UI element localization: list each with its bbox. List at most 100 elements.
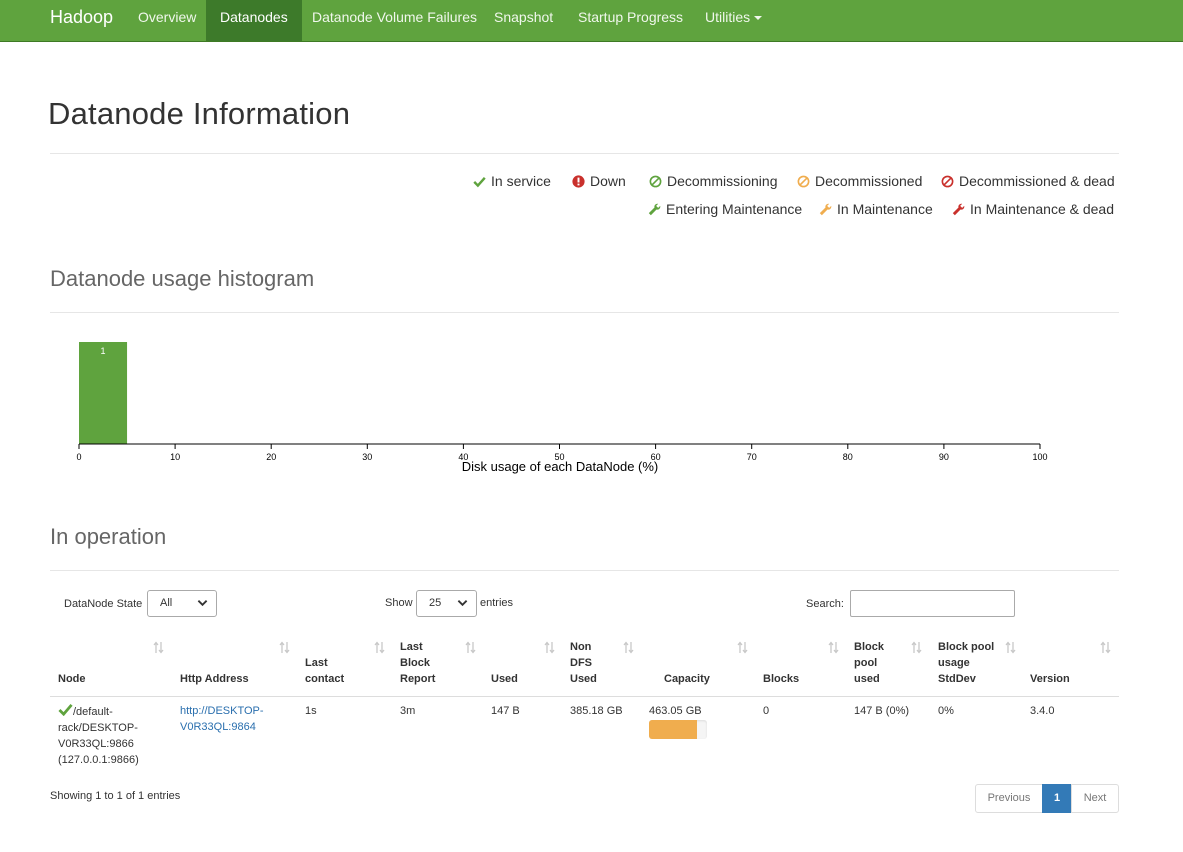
page-length-value: 25	[429, 597, 442, 609]
header-non-dfs-used[interactable]: Non DFS Used	[570, 639, 597, 687]
ban-icon	[941, 175, 954, 188]
histogram-title: Datanode usage histogram	[50, 266, 315, 291]
nav-startup-progress[interactable]: Startup Progress	[564, 0, 697, 41]
header-capacity[interactable]: Capacity	[664, 671, 710, 687]
legend-decommissioned-dead: Decommissioned & dead	[941, 172, 1115, 190]
brand-logo[interactable]: Hadoop	[50, 0, 113, 34]
divider	[50, 312, 1119, 313]
sort-icon[interactable]	[828, 641, 839, 654]
legend-decommissioned: Decommissioned	[797, 172, 922, 190]
x-tick-label: 90	[939, 452, 949, 462]
legend-label: In Maintenance & dead	[970, 201, 1114, 217]
x-tick-label: 30	[362, 452, 372, 462]
state-filter-value: All	[160, 597, 173, 609]
legend-label: Decommissioning	[667, 173, 778, 189]
wrench-icon	[648, 203, 661, 216]
nav-snapshot[interactable]: Snapshot	[480, 0, 567, 41]
histogram-bar-label: 1	[101, 346, 106, 356]
legend-label: Down	[590, 173, 626, 189]
search-input[interactable]	[850, 590, 1015, 617]
ban-icon	[649, 175, 662, 188]
legend-decommissioning: Decommissioning	[649, 172, 777, 190]
caret-down-icon	[754, 16, 763, 21]
x-tick-label: 0	[76, 452, 81, 462]
show-label: Show	[385, 597, 413, 609]
http-address-link[interactable]: http://DESKTOP-	[180, 703, 264, 719]
check-icon	[58, 703, 73, 717]
x-tick-label: 100	[1032, 452, 1047, 462]
cell-last-block-report: 3m	[400, 705, 416, 717]
legend-label: Decommissioned & dead	[959, 173, 1115, 189]
sort-icon[interactable]	[737, 641, 748, 654]
cell-block-pool-stddev: 0%	[938, 705, 954, 717]
entries-label: entries	[480, 597, 514, 609]
page-title: Datanode Information	[48, 96, 351, 131]
x-axis-label: Disk usage of each DataNode (%)	[462, 459, 659, 474]
page-length-select[interactable]: 25	[416, 590, 477, 617]
sort-icon[interactable]	[623, 641, 634, 654]
usage-histogram: 10 10 20 30 40 50 60 70 80 90 100Disk usage of eac…	[76, 342, 1048, 474]
state-filter-select[interactable]: All	[147, 590, 217, 617]
previous-page-button[interactable]: Previous	[975, 784, 1043, 813]
sort-icon[interactable]	[544, 641, 555, 654]
nav-volume-failures[interactable]: Datanode Volume Failures	[298, 0, 491, 41]
header-used[interactable]: Used	[491, 671, 518, 687]
page-1-button[interactable]: 1	[1042, 784, 1072, 813]
nav-utilities-label: Utilities	[705, 9, 751, 25]
legend-label: Entering Maintenance	[666, 201, 803, 217]
next-page-button[interactable]: Next	[1071, 784, 1119, 813]
nav-datanodes[interactable]: Datanodes	[206, 0, 302, 41]
cell-capacity: 463.05 GB	[649, 705, 702, 717]
header-block-pool-used[interactable]: Block pool used	[854, 639, 884, 687]
cell-last-contact: 1s	[305, 705, 317, 717]
exclamation-circle-icon	[572, 175, 585, 188]
cell-non-dfs-used: 385.18 GB	[570, 705, 623, 717]
sort-icon[interactable]	[153, 641, 164, 654]
header-version[interactable]: Version	[1030, 671, 1070, 687]
sort-icon[interactable]	[465, 641, 476, 654]
wrench-icon	[952, 203, 965, 216]
cell-used: 147 B	[491, 705, 520, 717]
header-last-block-report[interactable]: Last Block Report	[400, 639, 435, 687]
sort-icon[interactable]	[1100, 641, 1111, 654]
legend-in-service: In service	[473, 172, 551, 190]
nav-overview[interactable]: Overview	[124, 0, 210, 41]
cell-blocks: 0	[763, 705, 770, 717]
header-blocks[interactable]: Blocks	[763, 671, 799, 687]
http-address-link[interactable]: V0R33QL:9864	[180, 719, 264, 735]
operation-title: In operation	[50, 524, 167, 549]
cell-block-pool-used: 147 B (0%)	[854, 705, 910, 717]
sort-icon[interactable]	[279, 641, 290, 654]
header-http-address[interactable]: Http Address	[180, 671, 249, 687]
chevron-down-icon	[457, 600, 468, 607]
search-label: Search:	[806, 598, 844, 610]
capacity-progress-fill	[649, 720, 698, 739]
header-node[interactable]: Node	[58, 671, 86, 687]
sort-icon[interactable]	[1005, 641, 1016, 654]
cell-version: 3.4.0	[1030, 705, 1055, 717]
x-tick-label: 20	[266, 452, 276, 462]
chevron-down-icon	[197, 600, 208, 607]
table-header-divider	[50, 696, 1119, 697]
legend-label: In Maintenance	[837, 201, 933, 217]
cell-http-address[interactable]: http://DESKTOP- V0R33QL:9864	[180, 703, 264, 735]
legend-in-maintenance-dead: In Maintenance & dead	[952, 200, 1114, 218]
legend-entering-maintenance: Entering Maintenance	[648, 200, 802, 218]
cell-node: /default- rack/DESKTOP- V0R33QL:9866 (12…	[58, 703, 139, 768]
nav-utilities[interactable]: Utilities	[691, 0, 776, 41]
header-block-pool-stddev[interactable]: Block pool usage StdDev	[938, 639, 994, 687]
divider	[50, 153, 1119, 154]
x-tick-label: 80	[843, 452, 853, 462]
capacity-progress-bar	[649, 720, 707, 739]
ban-icon	[797, 175, 810, 188]
histogram-bar	[79, 342, 128, 444]
legend-label: Decommissioned	[815, 173, 923, 189]
legend-in-maintenance: In Maintenance	[819, 200, 933, 218]
sort-icon[interactable]	[374, 641, 385, 654]
table-info: Showing 1 to 1 of 1 entries	[50, 790, 181, 802]
sort-icon[interactable]	[911, 641, 922, 654]
legend-down: Down	[572, 172, 626, 190]
top-navbar: Hadoop Overview Datanodes Datanode Volum…	[0, 0, 1183, 42]
x-tick-label: 70	[747, 452, 757, 462]
header-last-contact[interactable]: Last contact	[305, 655, 344, 687]
